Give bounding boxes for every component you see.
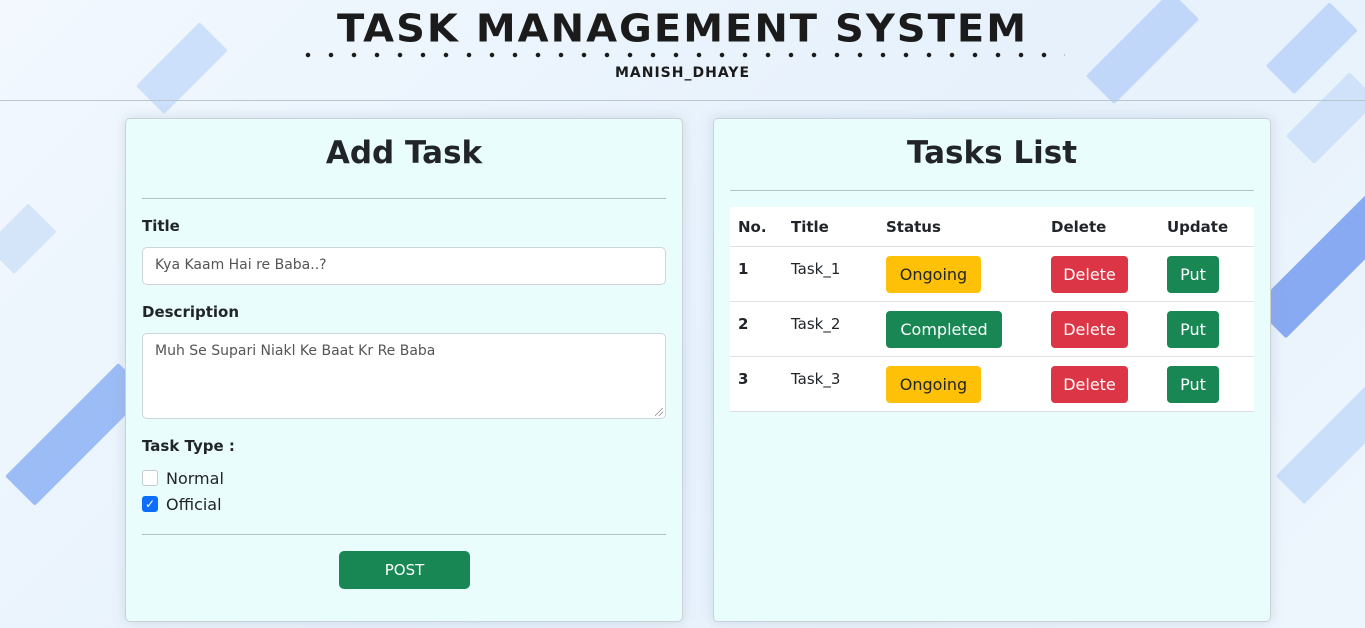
delete-button[interactable]: Delete [1051,256,1128,293]
title-input[interactable]: Kya Kaam Hai re Baba..? [142,247,666,285]
title-label: Title [142,217,180,235]
description-label: Description [142,303,240,321]
title-drip-decoration [305,47,1065,59]
tasks-list-heading: Tasks List [906,135,1078,171]
task-number: 1 [738,260,749,278]
tasks-list-card: Tasks List No. Title Status Delete Updat… [713,118,1271,622]
add-task-heading: Add Task [325,135,483,171]
background-streak [0,203,57,275]
delete-button[interactable]: Delete [1051,311,1128,348]
table-header-row: No. Title Status Delete Update [730,207,1254,247]
column-header-status: Status [886,218,941,236]
add-task-card: Add Task Title Kya Kaam Hai re Baba..? D… [125,118,683,622]
task-number: 2 [738,315,749,333]
column-header-delete: Delete [1051,218,1107,236]
option-normal[interactable]: Normal [142,468,224,488]
divider [142,534,666,535]
task-number: 3 [738,370,749,388]
task-type-label: Task Type : [142,437,235,455]
normal-label[interactable]: Normal [166,469,224,488]
divider [730,190,1254,191]
post-button[interactable]: POST [339,551,470,589]
column-header-title: Title [791,218,829,236]
page-header: TASK MANAGEMENT SYSTEM MANISH_DHAYE [0,0,1365,101]
background-streak [1275,376,1365,505]
status-badge[interactable]: Completed [886,311,1002,348]
delete-button[interactable]: Delete [1051,366,1128,403]
task-title: Task_2 [791,315,841,333]
table-row: 3 Task_3 Ongoing Delete Put [730,357,1254,412]
official-checkbox[interactable]: ✓ [142,496,158,512]
table-row: 2 Task_2 Completed Delete Put [730,302,1254,357]
official-label[interactable]: Official [166,495,222,514]
app-subtitle: MANISH_DHAYE [614,65,751,81]
column-header-update: Update [1167,218,1229,236]
status-badge[interactable]: Ongoing [886,256,981,293]
description-text: Muh Se Supari Niakl Ke Baat Kr Re Baba [155,343,436,359]
status-badge[interactable]: Ongoing [886,366,981,403]
put-button[interactable]: Put [1167,256,1219,293]
table-row: 1 Task_1 Ongoing Delete Put [730,247,1254,302]
resize-handle-icon[interactable] [655,408,663,416]
put-button[interactable]: Put [1167,366,1219,403]
tasks-table: No. Title Status Delete Update 1 Task_1 … [730,207,1254,412]
description-textarea[interactable]: Muh Se Supari Niakl Ke Baat Kr Re Baba [142,333,666,419]
task-title: Task_1 [791,260,841,278]
option-official[interactable]: ✓ Official [142,494,222,514]
normal-checkbox[interactable] [142,470,158,486]
column-header-no: No. [738,218,767,236]
app-title: TASK MANAGEMENT SYSTEM [336,7,1029,51]
divider [142,198,666,199]
task-title: Task_3 [791,370,841,388]
put-button[interactable]: Put [1167,311,1219,348]
